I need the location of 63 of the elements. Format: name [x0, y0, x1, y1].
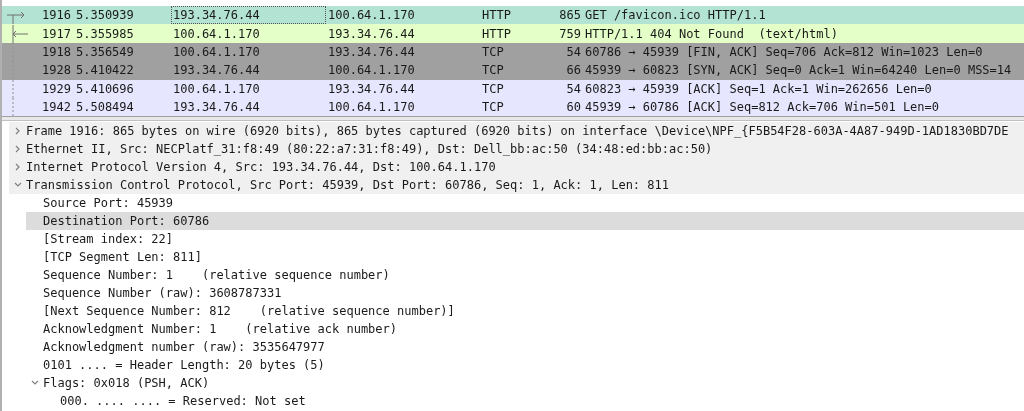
- packet-time: 5.508494: [75, 99, 135, 117]
- packet-protocol: HTTP: [481, 25, 512, 43]
- tree-item-text: Source Port: 45939: [43, 195, 174, 212]
- tree-item-text: Transmission Control Protocol, Src Port: 45939, Dst Port: 60786, Seq: 1, Ack: 1, Len: 811: [26, 177, 669, 194]
- packet-protocol: HTTP: [481, 7, 512, 25]
- packet-length: 865: [558, 7, 581, 25]
- packet-destination: 193.34.76.44: [327, 25, 416, 43]
- tree-item-text: 000. .... .... = Reserved: Not set: [60, 393, 306, 410]
- tree-item-text: [TCP Segment Len: 811]: [43, 249, 202, 266]
- packet-row[interactable]: 1928 5.410422 193.34.76.44 100.64.1.170 TCP 66 45939 → 60823 [SYN, ACK] Seq=0 Ack=1 Win=64240 Len=0 MSS=14: [2, 61, 1024, 80]
- packet-protocol: TCP: [481, 43, 505, 61]
- packet-number: 1916: [41, 7, 71, 25]
- packet-destination: 100.64.1.170: [327, 62, 416, 80]
- packet-info: 60786 → 45939 [FIN, ACK] Seq=706 Ack=812 Win=1023 Len=0: [584, 43, 983, 61]
- tree-item-text: Internet Protocol Version 4, Src: 193.34.76.44, Dst: 100.64.1.170: [26, 159, 496, 176]
- packet-length: 60: [565, 99, 581, 117]
- packet-info: 45939 → 60786 [ACK] Seq=812 Ack=706 Win=501 Len=0: [584, 99, 939, 117]
- packet-info: 60823 → 45939 [ACK] Seq=1 Ack=1 Win=262656 Len=0: [584, 80, 932, 98]
- packet-number: 1917: [41, 25, 71, 43]
- packet-info: 45939 → 60823 [SYN, ACK] Seq=0 Ack=1 Win=64240 Len=0 MSS=14: [584, 62, 1012, 80]
- packet-length: 66: [565, 62, 581, 80]
- packet-time: 5.355985: [75, 25, 135, 43]
- packet-time: 5.410696: [75, 80, 135, 98]
- packet-protocol: TCP: [481, 80, 505, 98]
- packet-length: 54: [565, 80, 581, 98]
- packet-number: 1929: [41, 80, 71, 98]
- packet-destination: 193.34.76.44: [327, 43, 416, 61]
- packet-info: GET /favicon.ico HTTP/1.1: [584, 7, 766, 25]
- tree-row[interactable]: Destination Port: 60786: [26, 212, 1024, 230]
- packet-source: 193.34.76.44: [172, 62, 261, 80]
- tree-item-text: Sequence Number (raw): 3608787331: [43, 285, 282, 302]
- packet-protocol: TCP: [481, 62, 505, 80]
- tree-item-text: Ethernet II, Src: NECPlatf_31:f8:49 (80:22:a7:31:f8:49), Dst: Dell_bb:ac:50 (34:48:ed:bb:ac:50): [26, 141, 713, 158]
- packet-number: 1928: [41, 62, 71, 80]
- tree-item-text: Destination Port: 60786: [43, 213, 210, 230]
- tree-item-text: Acknowledgment number (raw): 3535647977: [43, 339, 325, 356]
- packet-time: 5.356549: [75, 43, 135, 61]
- tree-item-text: Acknowledgment Number: 1 (relative ack number): [43, 321, 397, 338]
- packet-row[interactable]: 1917 5.355985 100.64.1.170 193.34.76.44 HTTP 759 HTTP/1.1 404 Not Found (text/html): [2, 24, 1024, 43]
- tree-row[interactable]: Transmission Control Protocol, Src Port: 45939, Dst Port: 60786, Seq: 1, Ack: 1, Len: 811: [9, 176, 1024, 194]
- packet-info: HTTP/1.1 404 Not Found (text/html): [584, 25, 838, 43]
- packet-source: 193.34.76.44: [172, 99, 261, 117]
- packet-time: 5.350939: [75, 7, 135, 25]
- packet-length: 759: [558, 25, 581, 43]
- packet-length: 54: [565, 43, 581, 61]
- tree-item-text: Sequence Number: 1 (relative sequence number): [43, 267, 390, 284]
- tree-item-text: [Next Sequence Number: 812 (relative sequence number)]: [43, 303, 455, 320]
- tree-item-text: [Stream index: 22]: [43, 231, 174, 248]
- packet-source: 100.64.1.170: [172, 43, 261, 61]
- tree-item-text: 0101 .... = Header Length: 20 bytes (5): [43, 357, 325, 374]
- packet-row[interactable]: 1916 5.350939 193.34.76.44 100.64.1.170 HTTP 865 GET /favicon.ico HTTP/1.1: [2, 6, 1024, 25]
- packet-destination: 100.64.1.170: [327, 99, 416, 117]
- tree-item-text: Flags: 0x018 (PSH, ACK): [43, 375, 210, 392]
- packet-source: 100.64.1.170: [172, 80, 261, 98]
- packet-destination: 100.64.1.170: [327, 7, 416, 25]
- packet-number: 1942: [41, 99, 71, 117]
- packet-time: 5.410422: [75, 62, 135, 80]
- packet-source: 100.64.1.170: [172, 25, 261, 43]
- tree-row[interactable]: Internet Protocol Version 4, Src: 193.34.76.44, Dst: 100.64.1.170: [9, 158, 1024, 176]
- packet-destination: 193.34.76.44: [327, 80, 416, 98]
- tree-row[interactable]: Ethernet II, Src: NECPlatf_31:f8:49 (80:22:a7:31:f8:49), Dst: Dell_bb:ac:50 (34:48:ed:bb:ac:50): [9, 140, 1024, 158]
- packet-number: 1918: [41, 43, 71, 61]
- packet-protocol: TCP: [481, 99, 505, 117]
